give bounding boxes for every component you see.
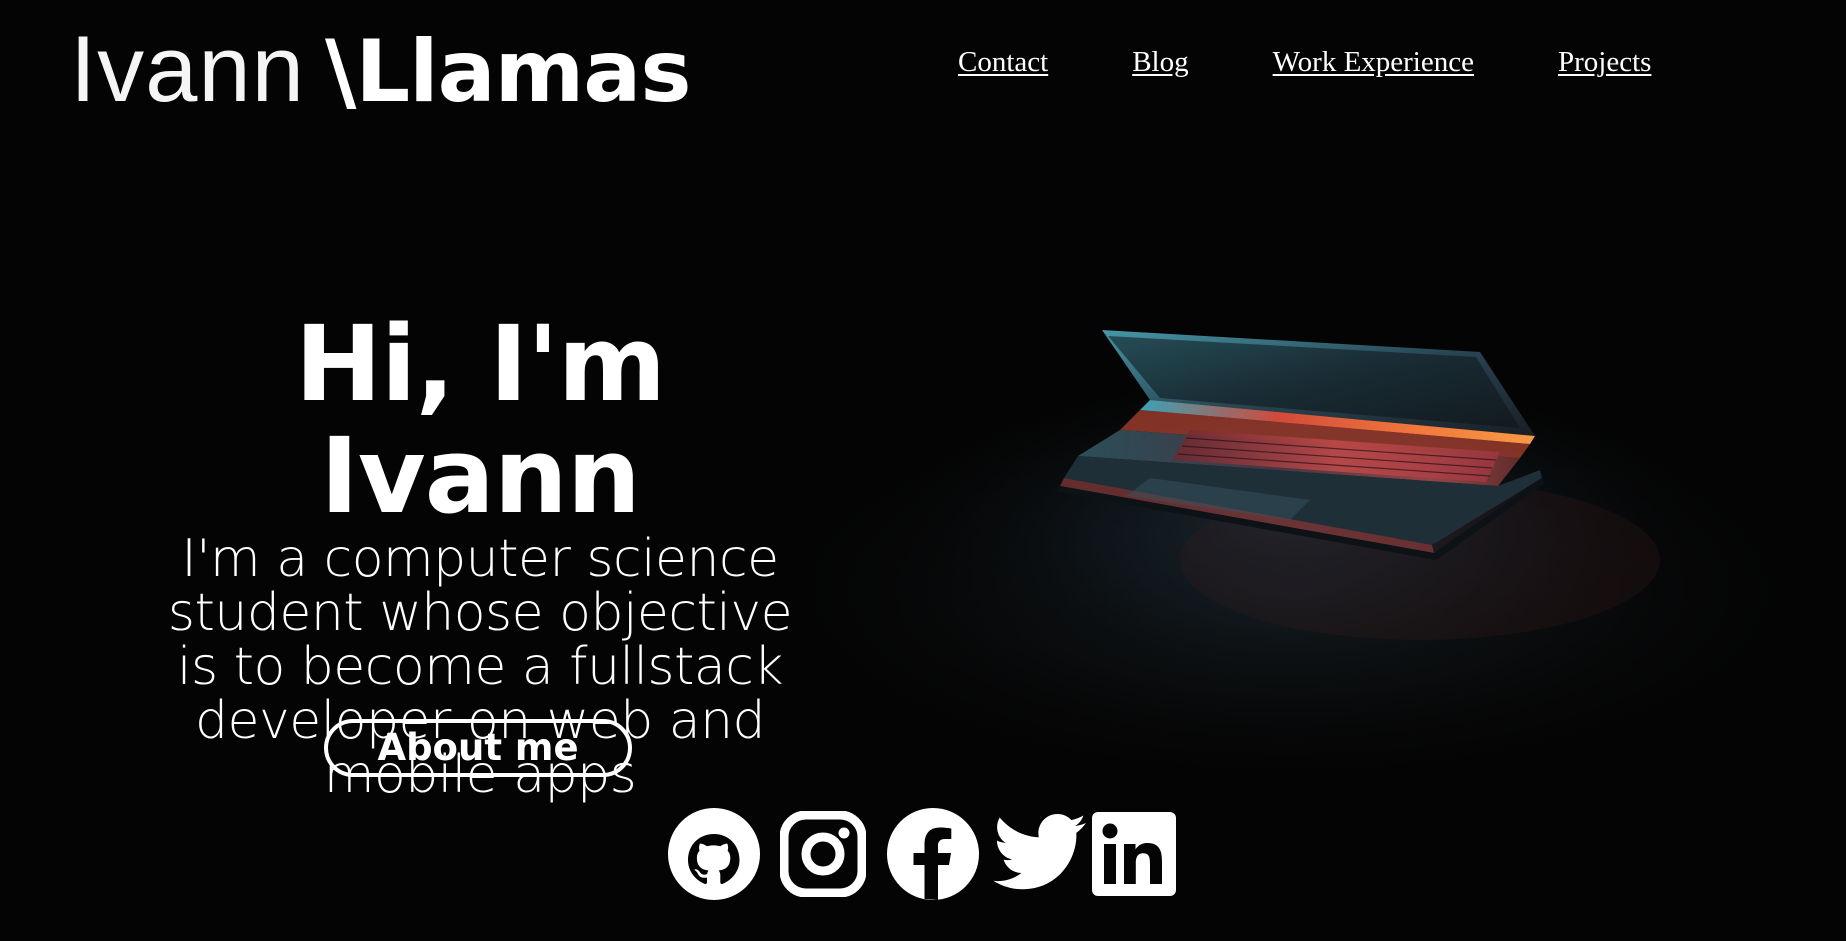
site-logo[interactable]: Ivann \Llamas (70, 14, 692, 127)
hero-title: Hi, I'm Ivann (294, 303, 666, 537)
facebook-icon[interactable] (886, 807, 980, 901)
twitter-icon[interactable] (992, 813, 1088, 895)
about-me-button[interactable]: About me (324, 719, 632, 777)
linkedin-icon[interactable] (1092, 812, 1176, 896)
logo-last-name: \Llamas (324, 22, 692, 122)
social-links (666, 806, 1176, 902)
main-nav: Contact Blog Work Experience Projects (958, 46, 1651, 79)
logo-last-text: Llamas (355, 22, 691, 122)
logo-first-name: Ivann (70, 16, 305, 121)
nav-blog[interactable]: Blog (1132, 46, 1188, 79)
page: Ivann \Llamas Contact Blog Work Experienc… (0, 0, 1846, 941)
nav-contact[interactable]: Contact (958, 46, 1048, 79)
github-icon[interactable] (666, 806, 762, 902)
instagram-icon[interactable] (780, 811, 866, 897)
logo-slash: \ (324, 22, 356, 122)
nav-projects[interactable]: Projects (1558, 46, 1651, 79)
nav-work-experience[interactable]: Work Experience (1273, 46, 1474, 79)
